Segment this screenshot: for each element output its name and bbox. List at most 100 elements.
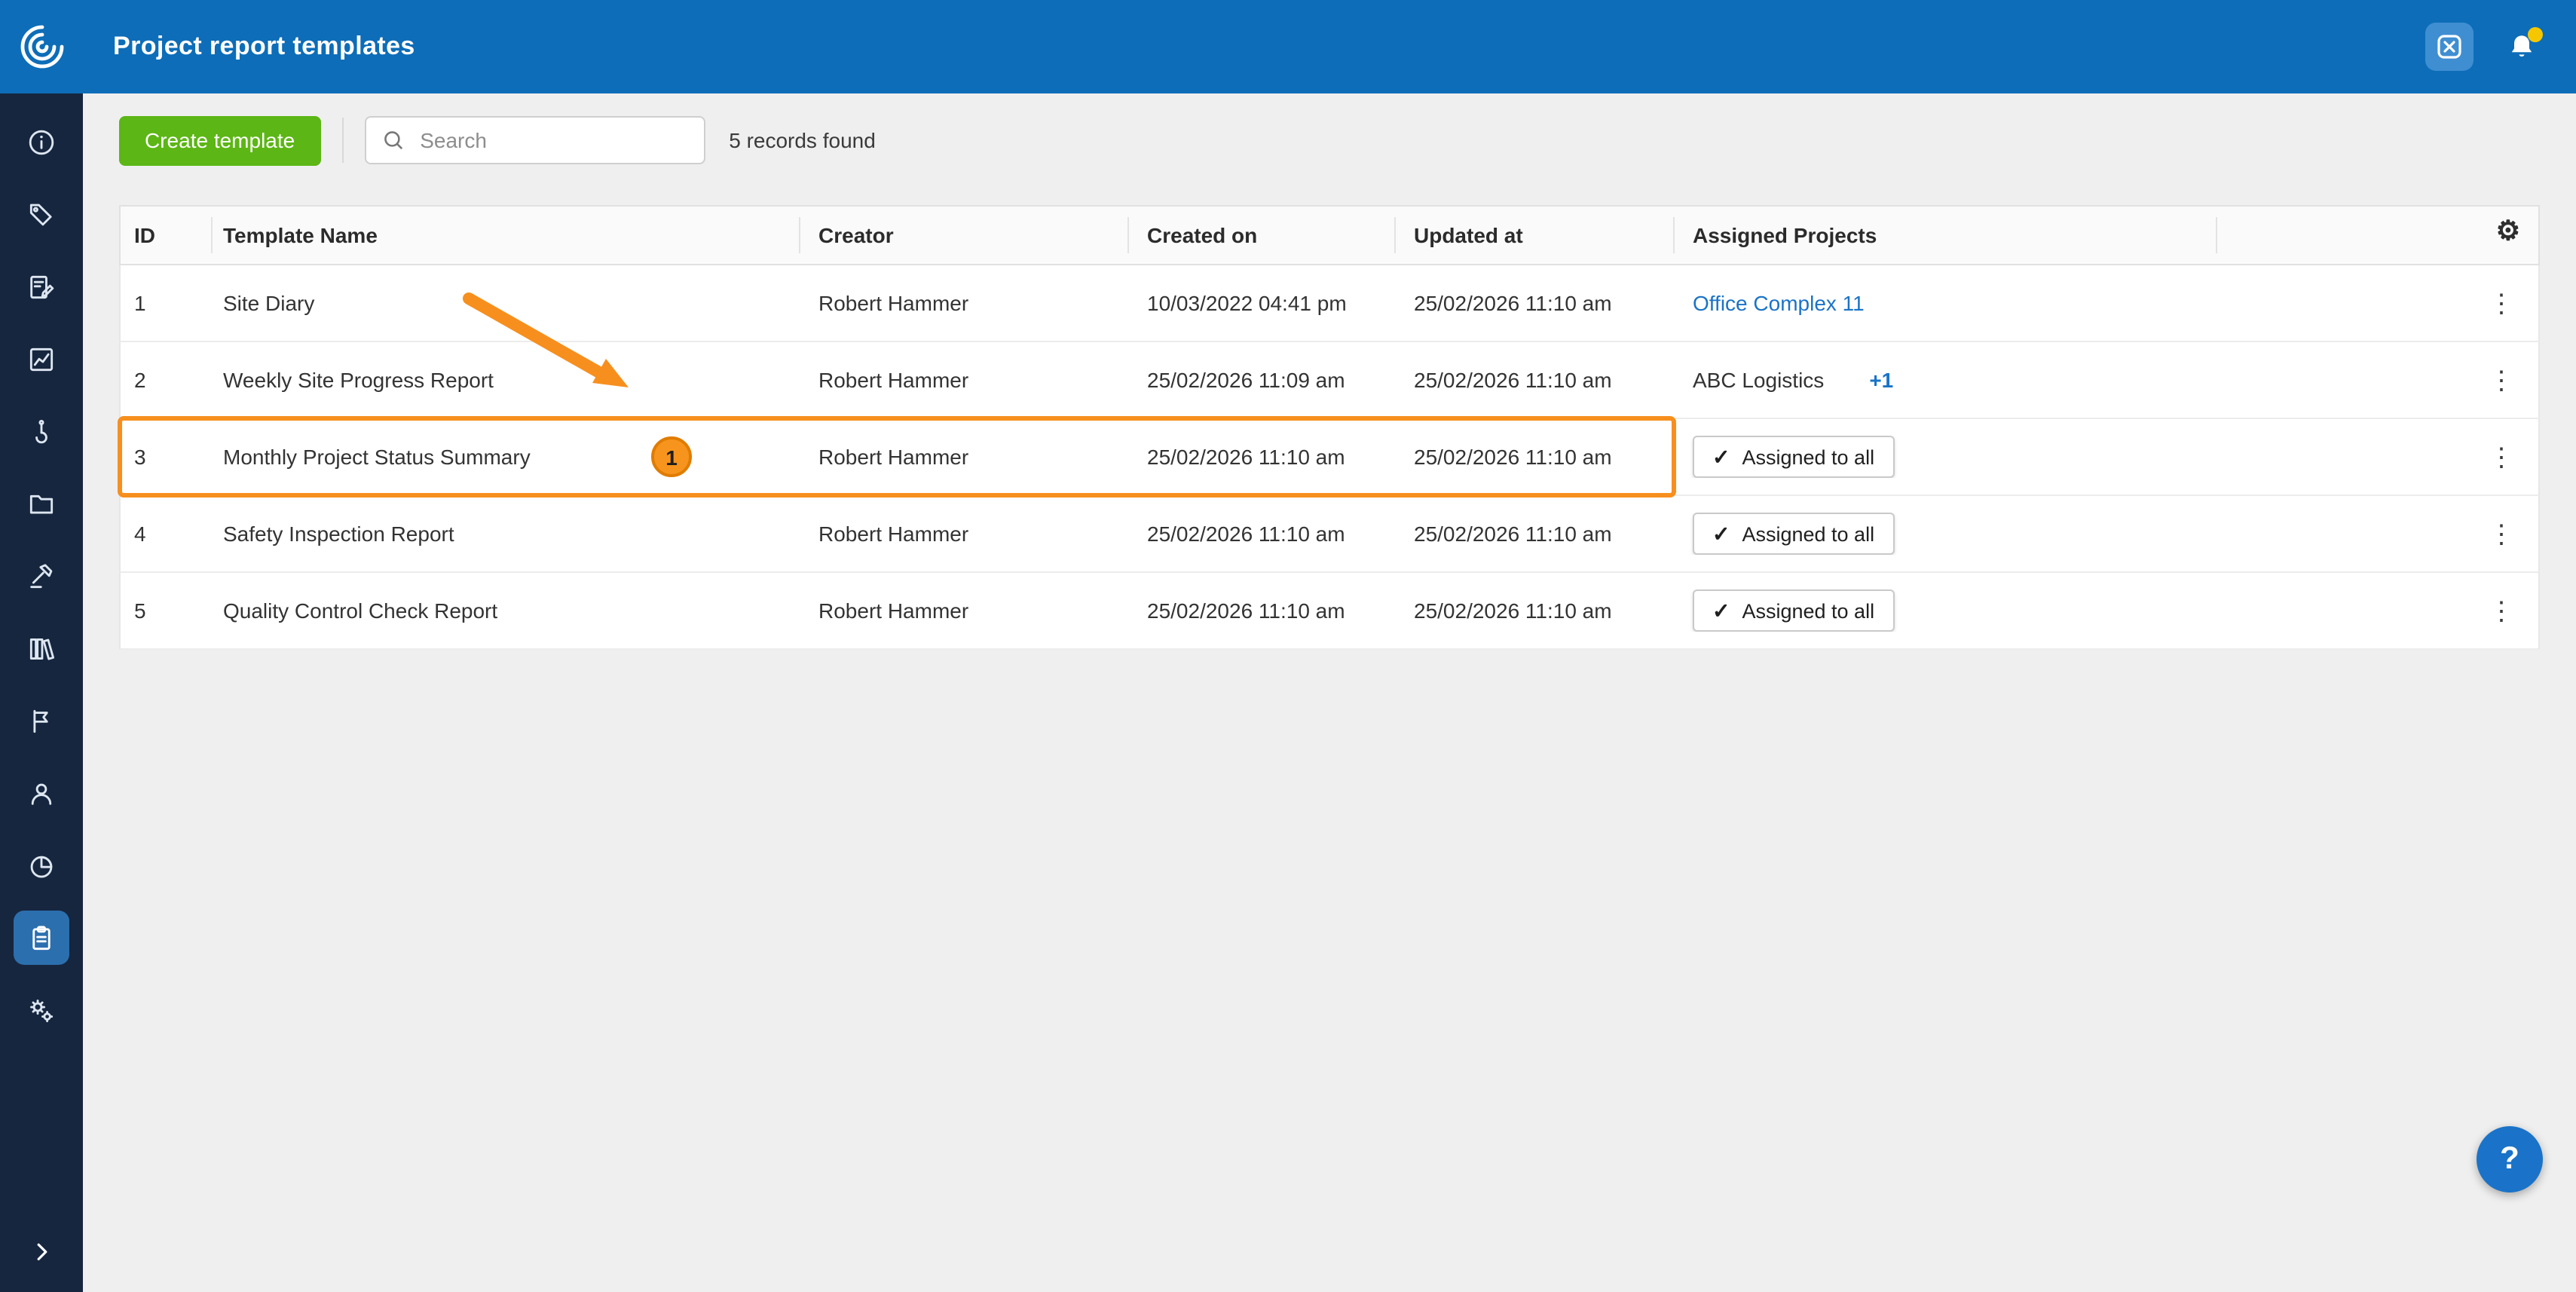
template-name: Quality Control Check Report bbox=[213, 599, 800, 623]
main-content: Create template 5 records found ID Templ… bbox=[83, 93, 2576, 1292]
sidebar-nav bbox=[0, 93, 83, 1292]
app-window: Project report templates bbox=[0, 0, 2576, 1292]
brand-logo[interactable] bbox=[0, 21, 83, 72]
sidebar-item-reports[interactable] bbox=[7, 829, 76, 902]
column-header-id[interactable]: ID bbox=[121, 217, 213, 253]
column-header-creator[interactable]: Creator bbox=[800, 217, 1129, 253]
row-id: 3 bbox=[121, 445, 213, 469]
table-row[interactable]: 5 Quality Control Check Report Robert Ha… bbox=[119, 573, 2540, 650]
help-button[interactable]: ? bbox=[2477, 1126, 2543, 1192]
sidebar-item-gavel[interactable] bbox=[7, 540, 76, 612]
updated-at: 25/02/2026 11:10 am bbox=[1396, 291, 1675, 315]
search-box[interactable] bbox=[364, 116, 705, 164]
library-icon bbox=[27, 634, 56, 663]
row-menu-kebab-icon[interactable]: ⋮ bbox=[2489, 444, 2514, 470]
created-on: 25/02/2026 11:10 am bbox=[1129, 445, 1396, 469]
analytics-icon bbox=[27, 344, 56, 373]
templates-table: ID Template Name Creator Created on Upda… bbox=[119, 205, 2540, 650]
folder-icon bbox=[27, 489, 56, 518]
template-name: Site Diary bbox=[213, 291, 800, 315]
notification-dot bbox=[2528, 27, 2543, 42]
sidebar-item-folder[interactable] bbox=[7, 467, 76, 540]
created-on: 25/02/2026 11:10 am bbox=[1129, 599, 1396, 623]
row-menu-kebab-icon[interactable]: ⋮ bbox=[2489, 598, 2514, 623]
check-icon: ✓ bbox=[1712, 444, 1730, 470]
template-name: Monthly Project Status Summary bbox=[213, 445, 800, 469]
row-id: 5 bbox=[121, 599, 213, 623]
create-template-button[interactable]: Create template bbox=[119, 115, 320, 165]
updated-at: 25/02/2026 11:10 am bbox=[1396, 445, 1675, 469]
check-icon: ✓ bbox=[1712, 521, 1730, 546]
row-menu-kebab-icon[interactable]: ⋮ bbox=[2489, 367, 2514, 393]
page-title: Project report templates bbox=[113, 32, 415, 62]
column-header-updated[interactable]: Updated at bbox=[1396, 217, 1675, 253]
search-input[interactable] bbox=[417, 127, 688, 154]
updated-at: 25/02/2026 11:10 am bbox=[1396, 599, 1675, 623]
flag-icon bbox=[27, 706, 56, 735]
creator: Robert Hammer bbox=[800, 522, 1129, 546]
toolbar-divider bbox=[341, 118, 343, 163]
chevron-right-icon bbox=[29, 1239, 54, 1263]
check-icon: ✓ bbox=[1712, 598, 1730, 623]
table-header-row: ID Template Name Creator Created on Upda… bbox=[119, 205, 2540, 265]
sidebar-item-library[interactable] bbox=[7, 612, 76, 684]
assigned-to-all-button[interactable]: ✓Assigned to all bbox=[1693, 513, 1894, 555]
toolbar: Create template 5 records found bbox=[119, 115, 2540, 166]
assigned-project-link[interactable]: Office Complex 11 bbox=[1693, 291, 1865, 315]
sidebar-item-info[interactable] bbox=[7, 106, 76, 178]
gavel-icon bbox=[27, 562, 56, 590]
apps-button[interactable] bbox=[2425, 23, 2474, 71]
apps-icon bbox=[2434, 32, 2464, 62]
row-menu-kebab-icon[interactable]: ⋮ bbox=[2489, 521, 2514, 546]
search-icon bbox=[381, 128, 405, 152]
column-header-assigned[interactable]: Assigned Projects bbox=[1675, 217, 2217, 253]
user-icon bbox=[27, 779, 56, 807]
assigned-to-all-button[interactable]: ✓Assigned to all bbox=[1693, 436, 1894, 478]
sidebar-item-tags[interactable] bbox=[7, 178, 76, 250]
settings-gears-icon bbox=[27, 996, 56, 1024]
column-header-name[interactable]: Template Name bbox=[213, 217, 800, 253]
creator: Robert Hammer bbox=[800, 291, 1129, 315]
swirl-logo-icon bbox=[16, 21, 67, 72]
updated-at: 25/02/2026 11:10 am bbox=[1396, 522, 1675, 546]
created-on: 25/02/2026 11:09 am bbox=[1129, 368, 1396, 392]
sidebar-item-analytics[interactable] bbox=[7, 323, 76, 395]
creator: Robert Hammer bbox=[800, 445, 1129, 469]
column-settings-gear-icon[interactable]: ⚙ bbox=[2496, 217, 2520, 253]
creator: Robert Hammer bbox=[800, 599, 1129, 623]
assigned-to-all-button[interactable]: ✓Assigned to all bbox=[1693, 589, 1894, 632]
assigned-more-link[interactable]: +1 bbox=[1869, 368, 1893, 392]
table-row-highlighted[interactable]: 3 Monthly Project Status Summary Robert … bbox=[119, 419, 2540, 496]
row-id: 4 bbox=[121, 522, 213, 546]
row-menu-kebab-icon[interactable]: ⋮ bbox=[2489, 290, 2514, 316]
sidebar-item-settings[interactable] bbox=[7, 974, 76, 1046]
templates-icon bbox=[27, 923, 56, 952]
notifications-button[interactable] bbox=[2507, 32, 2537, 62]
annotation-step-badge: 1 bbox=[651, 436, 692, 477]
column-header-created[interactable]: Created on bbox=[1129, 217, 1396, 253]
row-id: 2 bbox=[121, 368, 213, 392]
pie-chart-icon bbox=[27, 851, 56, 880]
template-name: Safety Inspection Report bbox=[213, 522, 800, 546]
header-actions bbox=[2425, 23, 2576, 71]
info-icon bbox=[27, 127, 56, 156]
sidebar-expand-button[interactable] bbox=[7, 1226, 76, 1277]
tags-icon bbox=[27, 200, 56, 228]
sidebar-item-templates[interactable] bbox=[7, 902, 76, 974]
created-on: 25/02/2026 11:10 am bbox=[1129, 522, 1396, 546]
template-name: Weekly Site Progress Report bbox=[213, 368, 800, 392]
tasks-icon bbox=[27, 272, 56, 301]
table-row[interactable]: 1 Site Diary Robert Hammer 10/03/2022 04… bbox=[119, 265, 2540, 342]
records-found-text: 5 records found bbox=[729, 128, 876, 152]
sidebar-item-user[interactable] bbox=[7, 757, 76, 829]
updated-at: 25/02/2026 11:10 am bbox=[1396, 368, 1675, 392]
table-row[interactable]: 2 Weekly Site Progress Report Robert Ham… bbox=[119, 342, 2540, 419]
created-on: 10/03/2022 04:41 pm bbox=[1129, 291, 1396, 315]
sidebar-item-flag[interactable] bbox=[7, 684, 76, 757]
hoist-icon bbox=[27, 417, 56, 445]
sidebar-item-hoist[interactable] bbox=[7, 395, 76, 467]
table-row[interactable]: 4 Safety Inspection Report Robert Hammer… bbox=[119, 496, 2540, 573]
creator: Robert Hammer bbox=[800, 368, 1129, 392]
sidebar-item-tasks[interactable] bbox=[7, 250, 76, 323]
top-header-bar: Project report templates bbox=[0, 0, 2576, 93]
